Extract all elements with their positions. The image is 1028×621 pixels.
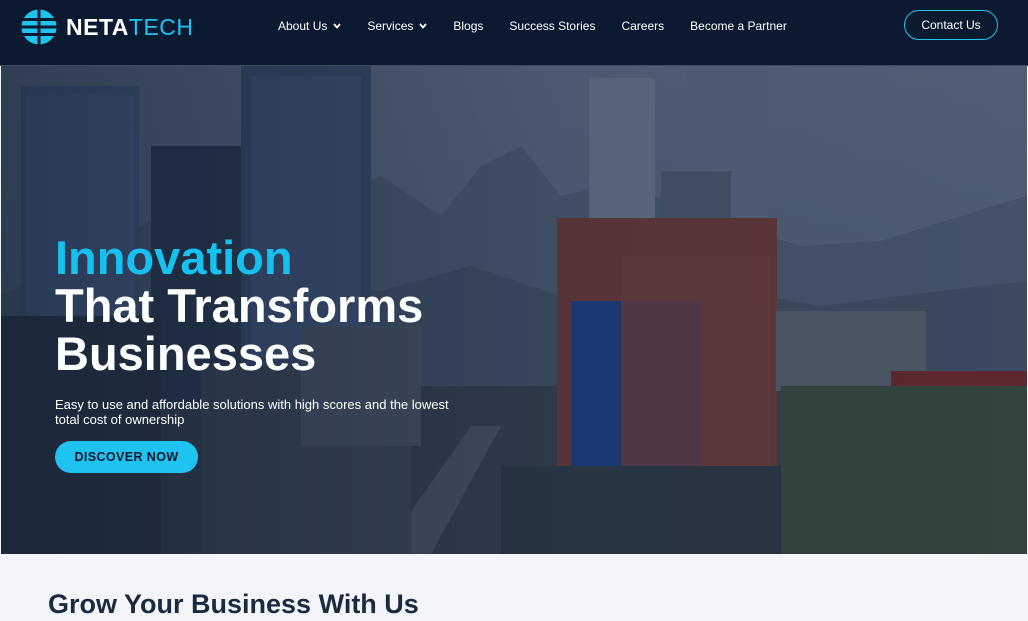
brand-logo[interactable]: NETATECH <box>19 7 194 47</box>
nav-label-services: Services <box>367 19 414 33</box>
hero-title: Innovation That Transforms Businesses <box>55 234 495 378</box>
top-navbar: NETATECH About Us Services Blogs Success… <box>0 0 1028 66</box>
hero-title-accent: Innovation <box>55 231 293 284</box>
chevron-down-icon <box>333 23 342 29</box>
chevron-down-icon <box>419 23 428 29</box>
nav-label-success-stories: Success Stories <box>509 19 596 33</box>
nav-label-become-a-partner: Become a Partner <box>690 19 787 33</box>
hero-subtitle: Easy to use and affordable solutions wit… <box>55 397 449 427</box>
nav-label-blogs: Blogs <box>453 19 484 33</box>
discover-now-button[interactable]: DISCOVER NOW <box>55 441 198 473</box>
contact-us-button[interactable]: Contact Us <box>904 10 998 40</box>
section-heading: Grow Your Business With Us <box>48 589 419 619</box>
hero-banner: Innovation That Transforms Businesses Ea… <box>1 66 1027 554</box>
nav-item-blogs[interactable]: Blogs <box>453 19 483 33</box>
nav-item-become-a-partner[interactable]: Become a Partner <box>690 19 787 33</box>
brand-name: NETATECH <box>66 13 194 40</box>
grow-business-section: Grow Your Business With Us <box>1 554 1027 621</box>
hero-content: Innovation That Transforms Businesses Ea… <box>55 234 495 473</box>
nav-item-success-stories[interactable]: Success Stories <box>509 19 595 33</box>
nav-label-about-us: About Us <box>278 19 328 33</box>
hero-title-line-3: Businesses <box>55 327 317 380</box>
nav-item-about-us[interactable]: About Us <box>278 19 342 33</box>
nav-item-services[interactable]: Services <box>367 19 428 33</box>
main-nav: About Us Services Blogs Success Stories … <box>278 0 813 52</box>
nav-label-careers: Careers <box>621 19 665 33</box>
nav-item-careers[interactable]: Careers <box>621 19 664 33</box>
globe-stripes-icon <box>19 7 59 47</box>
hero-title-line-2: That Transforms <box>55 279 424 332</box>
